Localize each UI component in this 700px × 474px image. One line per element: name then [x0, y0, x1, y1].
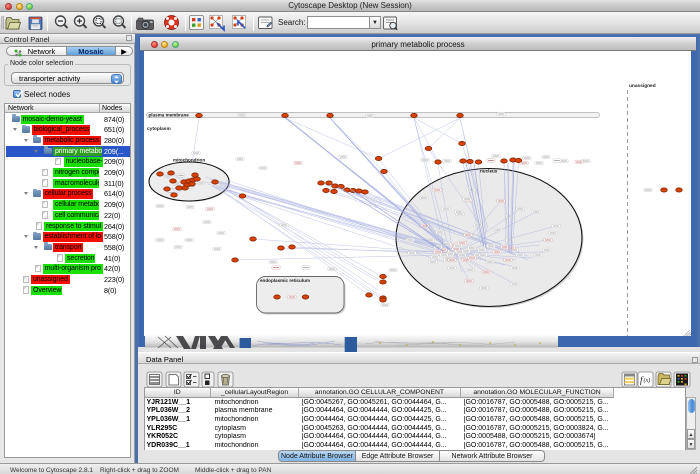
svg-text:nucleus: nucleus: [480, 169, 498, 174]
svg-text:cytoplasm: cytoplasm: [147, 126, 171, 132]
svg-text:plasma membrane: plasma membrane: [149, 113, 190, 118]
svg-text:unassigned: unassigned: [629, 83, 656, 89]
svg-text:mitochondrion: mitochondrion: [173, 158, 205, 163]
svg-text:endoplasmic reticulum: endoplasmic reticulum: [260, 278, 310, 283]
svg-text:(x): (x): [644, 377, 651, 384]
